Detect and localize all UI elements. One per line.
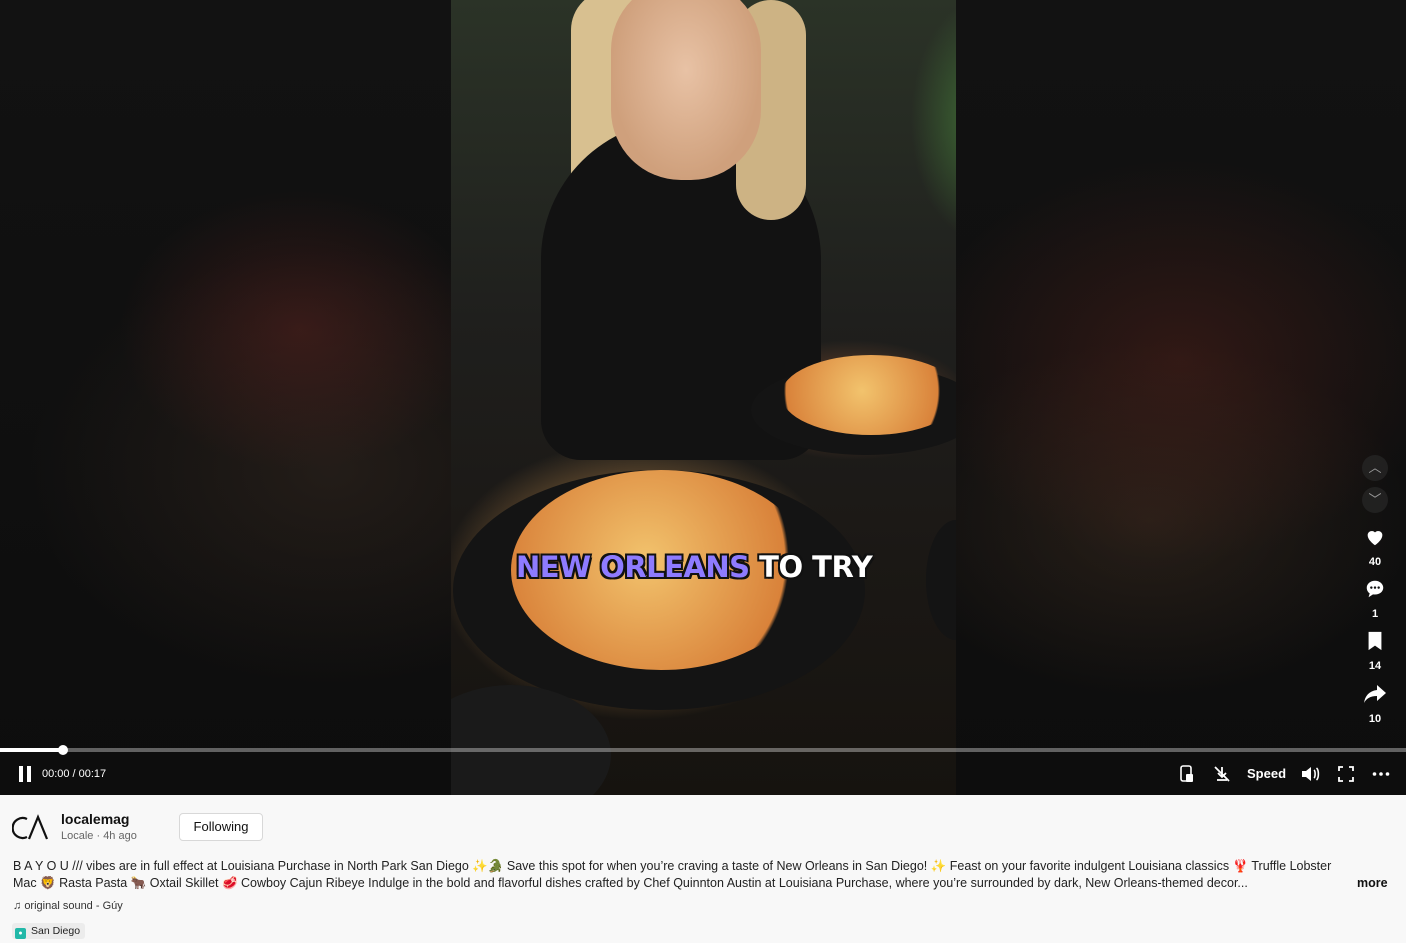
post-info-panel: localemag Locale · 4h ago Following B A … <box>0 795 1406 943</box>
share-arrow-icon <box>1355 683 1395 711</box>
chevron-down-icon: ﹀ <box>1368 492 1382 507</box>
pause-icon <box>27 766 31 782</box>
autoscroll-off-icon <box>1213 766 1231 786</box>
comment-icon <box>1355 578 1395 606</box>
post-description: B A Y O U /// vibes are in full effect a… <box>13 859 1332 890</box>
caption-rest: TO TRY <box>759 550 873 584</box>
bookmark-icon <box>1355 630 1395 658</box>
playback-time: 00:00/00:17 <box>42 768 106 780</box>
music-note-icon: ♫ <box>13 900 22 912</box>
comment-button[interactable]: 1 <box>1355 578 1395 620</box>
save-button[interactable]: 14 <box>1355 630 1395 672</box>
fullscreen-icon <box>1338 766 1354 785</box>
time-separator: / <box>72 768 76 780</box>
more-link[interactable]: more <box>1357 876 1388 890</box>
video-player[interactable]: NEW ORLEANS TO TRY ︿ ﹀ 40 1 14 10 00:00 … <box>0 0 1406 795</box>
pause-button[interactable] <box>18 766 32 782</box>
video-scene-face <box>611 0 761 180</box>
sound-name: original sound - Gúy <box>24 900 123 912</box>
picture-in-picture-icon <box>1179 765 1195 786</box>
location-tag[interactable]: ● San Diego <box>12 923 86 939</box>
autoscroll-button[interactable] <box>1213 765 1231 786</box>
progress-bar[interactable] <box>0 745 1406 755</box>
progress-handle[interactable] <box>58 745 68 755</box>
comment-count: 1 <box>1371 608 1379 620</box>
video-scene-plate <box>926 520 956 640</box>
time-total: 00:17 <box>78 768 107 780</box>
next-video-button[interactable]: ﹀ <box>1362 487 1388 513</box>
like-count: 40 <box>1368 556 1382 568</box>
pause-icon <box>19 766 23 782</box>
like-button[interactable]: 40 <box>1355 526 1395 568</box>
time-current: 00:00 <box>42 768 70 780</box>
volume-icon <box>1300 767 1320 786</box>
pip-button[interactable] <box>1179 765 1195 786</box>
ellipsis-icon <box>1372 769 1390 785</box>
caption-highlight: NEW ORLEANS <box>516 550 750 584</box>
video-caption: NEW ORLEANS TO TRY <box>516 550 873 584</box>
share-count: 10 <box>1368 713 1382 725</box>
heart-icon <box>1355 526 1395 554</box>
more-options-button[interactable] <box>1372 766 1390 785</box>
avatar[interactable] <box>11 813 50 843</box>
share-button[interactable]: 10 <box>1355 683 1395 725</box>
fullscreen-button[interactable] <box>1338 766 1354 785</box>
previous-video-button[interactable]: ︿ <box>1362 455 1388 481</box>
save-count: 14 <box>1368 660 1382 672</box>
following-button[interactable]: Following <box>179 813 263 841</box>
progress-fill <box>0 748 63 752</box>
location-name: San Diego <box>31 925 81 937</box>
sound-link[interactable]: ♫ original sound - Gúy <box>13 900 123 912</box>
speed-button[interactable]: Speed <box>1247 766 1286 781</box>
username[interactable]: localemag <box>61 811 129 827</box>
chevron-up-icon: ︿ <box>1368 460 1382 475</box>
location-pin-icon: ● <box>15 928 26 939</box>
video-scene-dish <box>781 355 956 435</box>
volume-button[interactable] <box>1300 765 1320 786</box>
video-frame[interactable] <box>451 0 956 795</box>
post-meta: Locale · 4h ago <box>61 830 137 842</box>
